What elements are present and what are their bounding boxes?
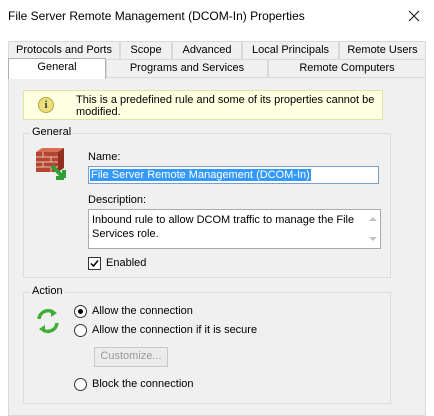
block-connection-label: Block the connection: [92, 378, 194, 390]
block-connection-radio[interactable]: [74, 378, 87, 391]
window-title: File Server Remote Management (DCOM-In) …: [8, 9, 305, 23]
tab-programs-and-services[interactable]: Programs and Services: [106, 59, 268, 78]
name-field[interactable]: File Server Remote Management (DCOM-In): [88, 166, 379, 184]
general-tab-panel: i This is a predefined rule and some of …: [8, 77, 426, 416]
allow-if-secure-label: Allow the connection if it is secure: [92, 324, 258, 336]
tab-scope[interactable]: Scope: [120, 41, 172, 59]
title-bar: File Server Remote Management (DCOM-In) …: [0, 0, 434, 32]
allow-connection-label: Allow the connection: [92, 305, 193, 317]
info-message: This is a predefined rule and some of it…: [76, 94, 375, 118]
name-value: File Server Remote Management (DCOM-In): [90, 169, 311, 181]
description-label: Description:: [88, 194, 147, 206]
tab-remote-users[interactable]: Remote Users: [339, 41, 426, 59]
firewall-rule-icon: [36, 148, 66, 180]
tab-local-principals[interactable]: Local Principals: [242, 41, 339, 59]
action-group-legend: Action: [30, 285, 65, 297]
general-group: General Name: File Server Remote Managem…: [23, 126, 391, 278]
description-scrollbar[interactable]: [365, 210, 380, 248]
info-icon: i: [38, 97, 54, 113]
allow-if-secure-radio[interactable]: [74, 324, 87, 337]
tab-advanced[interactable]: Advanced: [172, 41, 242, 59]
action-arrows-icon: [37, 308, 59, 334]
close-icon[interactable]: [404, 6, 424, 26]
description-value: Inbound rule to allow DCOM traffic to ma…: [92, 214, 355, 240]
description-field[interactable]: Inbound rule to allow DCOM traffic to ma…: [88, 209, 381, 249]
scroll-up-icon[interactable]: [369, 217, 377, 221]
tab-general[interactable]: General: [8, 58, 106, 79]
allow-connection-radio[interactable]: [74, 305, 87, 318]
scroll-down-icon[interactable]: [369, 237, 377, 241]
checkmark-icon: [90, 260, 99, 268]
general-group-legend: General: [30, 126, 74, 138]
action-group: Action Allow the connection Allow the co…: [23, 285, 391, 404]
tab-row-upper: Protocols and Ports Scope Advanced Local…: [8, 41, 426, 59]
name-label: Name:: [88, 151, 121, 163]
tab-row-lower: General Programs and Services Remote Com…: [8, 58, 426, 79]
tab-remote-computers[interactable]: Remote Computers: [268, 59, 426, 78]
enabled-label: Enabled: [106, 257, 147, 269]
tab-protocols-and-ports[interactable]: Protocols and Ports: [8, 41, 120, 59]
info-banner: i This is a predefined rule and some of …: [23, 90, 383, 120]
enabled-checkbox[interactable]: [88, 257, 101, 270]
customize-button[interactable]: Customize...: [94, 347, 168, 367]
